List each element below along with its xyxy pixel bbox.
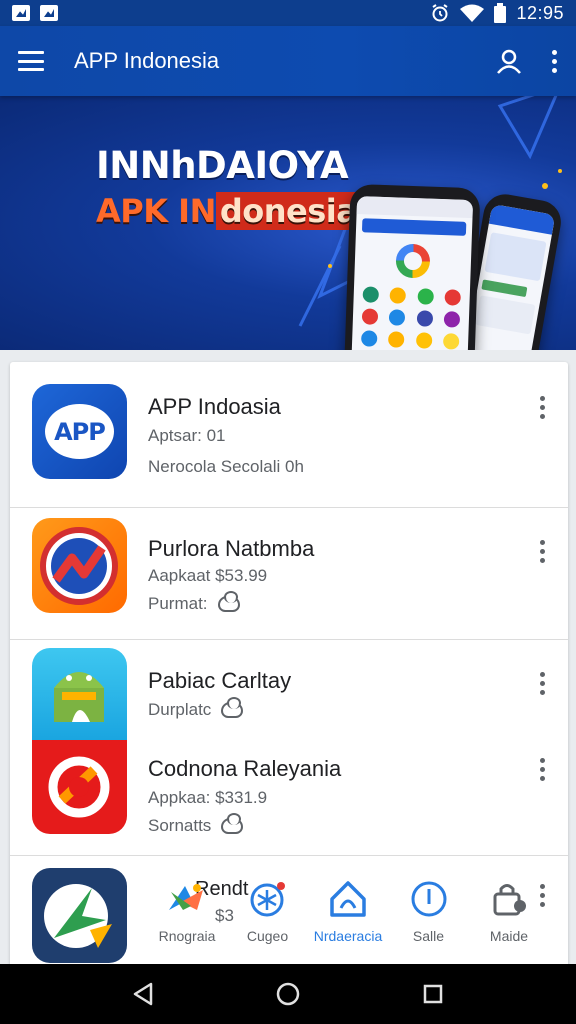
tab-label: Salle — [412, 928, 445, 944]
phone-back-progress — [481, 279, 528, 298]
recents-square-icon[interactable] — [413, 974, 453, 1014]
image-notification-icon — [12, 5, 30, 21]
tab-maide[interactable]: Maide — [470, 880, 548, 970]
account-icon[interactable] — [496, 48, 522, 74]
status-left — [12, 5, 58, 21]
phone-app-logo-icon — [395, 243, 431, 279]
item-more-icon[interactable] — [540, 672, 546, 695]
mini-app-icon — [417, 288, 434, 305]
item-more-icon[interactable] — [540, 758, 546, 781]
app-name: Pabiac Carltay — [148, 668, 292, 693]
app-meta-text: Purmat: — [148, 594, 208, 613]
status-bar: 12:95 — [0, 0, 576, 26]
mini-app-icon — [443, 311, 461, 328]
phone-front-screen — [348, 196, 474, 350]
promo-banner[interactable]: INNhDAIOYA APK IN donesia — [0, 96, 576, 350]
cloud-icon — [221, 813, 244, 834]
bag-icon — [493, 884, 526, 916]
app-list-card: APP APP Indoasia Aptsar: 01 Nerocola Sec… — [10, 362, 568, 982]
red-chart-circle-icon — [32, 518, 127, 613]
hamburger-menu-icon[interactable] — [18, 51, 44, 71]
green-arrow-graphic — [44, 884, 112, 948]
mini-app-icon — [444, 289, 462, 306]
logo-text: APP — [54, 417, 106, 446]
alarm-icon — [432, 4, 449, 22]
app-meta-text: Durplatc — [148, 700, 212, 719]
app-bar: APP Indonesia — [0, 26, 576, 96]
system-nav-bar — [0, 964, 576, 1024]
banner-sub-part2: donesia — [215, 192, 362, 230]
android-graphic — [54, 672, 104, 722]
status-right: 12:95 — [430, 3, 564, 24]
tab-label: Rnograia — [158, 928, 216, 944]
tab-salle[interactable]: Salle — [390, 880, 468, 970]
phone-mockup-front — [341, 183, 481, 350]
photo-notification-icon — [40, 5, 58, 21]
home-drop-icon — [330, 881, 366, 917]
snowflake-badge-icon — [250, 882, 285, 917]
wifi-icon — [460, 4, 485, 22]
app-meta-line1: Appkaa: $331.9 — [148, 788, 268, 807]
swirl-graphic — [48, 756, 110, 818]
list-item[interactable]: APP APP Indoasia Aptsar: 01 Nerocola Sec… — [10, 362, 568, 508]
tab-rnograia[interactable]: Rnograia — [148, 880, 226, 970]
app-meta-text: Sornatts — [148, 816, 212, 835]
green-arrow-app-icon — [32, 868, 127, 963]
cloud-icon — [221, 697, 244, 718]
mini-app-icon — [443, 333, 460, 350]
tab-nrdaeracia[interactable]: Nrdaeracia — [309, 880, 387, 970]
mini-app-icon — [388, 309, 406, 326]
banner-sub-part1: APK IN — [96, 192, 216, 230]
item-more-icon[interactable] — [540, 396, 546, 419]
phone-status-bar — [356, 196, 474, 219]
app-meta-line1: Durplatc — [148, 697, 244, 720]
app-meta-line2: Purmat: — [148, 591, 240, 614]
mini-app-icon — [415, 332, 433, 349]
logo-badge: APP — [45, 404, 114, 459]
tab-label: Nrdaeracia — [313, 928, 383, 944]
phone-back-card-2 — [475, 295, 536, 335]
app-name: APP Indoasia — [148, 394, 281, 419]
list-item[interactable]: Pabiac Carltay Durplatc Codnona Raleyani… — [10, 640, 568, 856]
home-circle-icon[interactable] — [268, 974, 308, 1014]
app-bar-title: APP Indonesia — [74, 48, 220, 73]
tab-cugeo[interactable]: Cugeo — [229, 880, 307, 970]
more-vert-icon[interactable] — [552, 49, 558, 73]
mini-app-icon — [362, 286, 379, 303]
back-triangle-icon[interactable] — [123, 974, 163, 1014]
screen: 12:95 APP Indonesia INNhDAIOYA APK IN don… — [0, 0, 576, 1024]
info-circle-icon — [411, 881, 446, 917]
mini-app-icon — [361, 308, 379, 325]
tab-label: Maide — [489, 928, 529, 944]
colorful-bird-icon — [169, 884, 203, 910]
battery-icon — [494, 3, 507, 23]
mini-app-icon — [360, 330, 378, 347]
mini-app-icon — [416, 310, 433, 327]
phone-search-bar — [361, 218, 467, 236]
app-meta-line1: Aapkaat $53.99 — [148, 566, 268, 585]
list-item[interactable]: Purlora Natbmba Aapkaat $53.99 Purmat: — [10, 508, 568, 640]
cloud-icon — [217, 591, 240, 612]
mini-app-icon — [389, 287, 407, 304]
mini-app-icon — [388, 331, 405, 348]
red-swirl-icon — [32, 740, 127, 834]
banner-headline: INNhDAIOYA — [96, 144, 349, 187]
app-bar-actions — [496, 48, 558, 74]
phone-back-card — [484, 232, 547, 282]
banner-subheadline: APK IN donesia — [96, 192, 362, 230]
phone-back-header — [488, 203, 556, 235]
status-time: 12:95 — [516, 2, 564, 23]
app-meta-line2: Nerocola Secolali 0h — [148, 457, 304, 476]
app-meta-line2: Sornatts — [148, 813, 244, 836]
bottom-tabs: Rnograia Cugeo Nrdaeracia Salle Maide — [148, 880, 548, 970]
chart-circle-graphic — [40, 527, 118, 605]
app-meta-line1: Aptsar: 01 — [148, 426, 226, 445]
phone-app-grid — [352, 286, 470, 350]
tab-label: Cugeo — [246, 928, 289, 944]
android-robot-icon — [32, 648, 127, 740]
app-indonesia-logo-icon: APP — [32, 384, 127, 479]
app-name: Purlora Natbmba — [148, 536, 315, 561]
item-more-icon[interactable] — [540, 540, 546, 563]
app-name: Codnona Raleyania — [148, 756, 342, 781]
